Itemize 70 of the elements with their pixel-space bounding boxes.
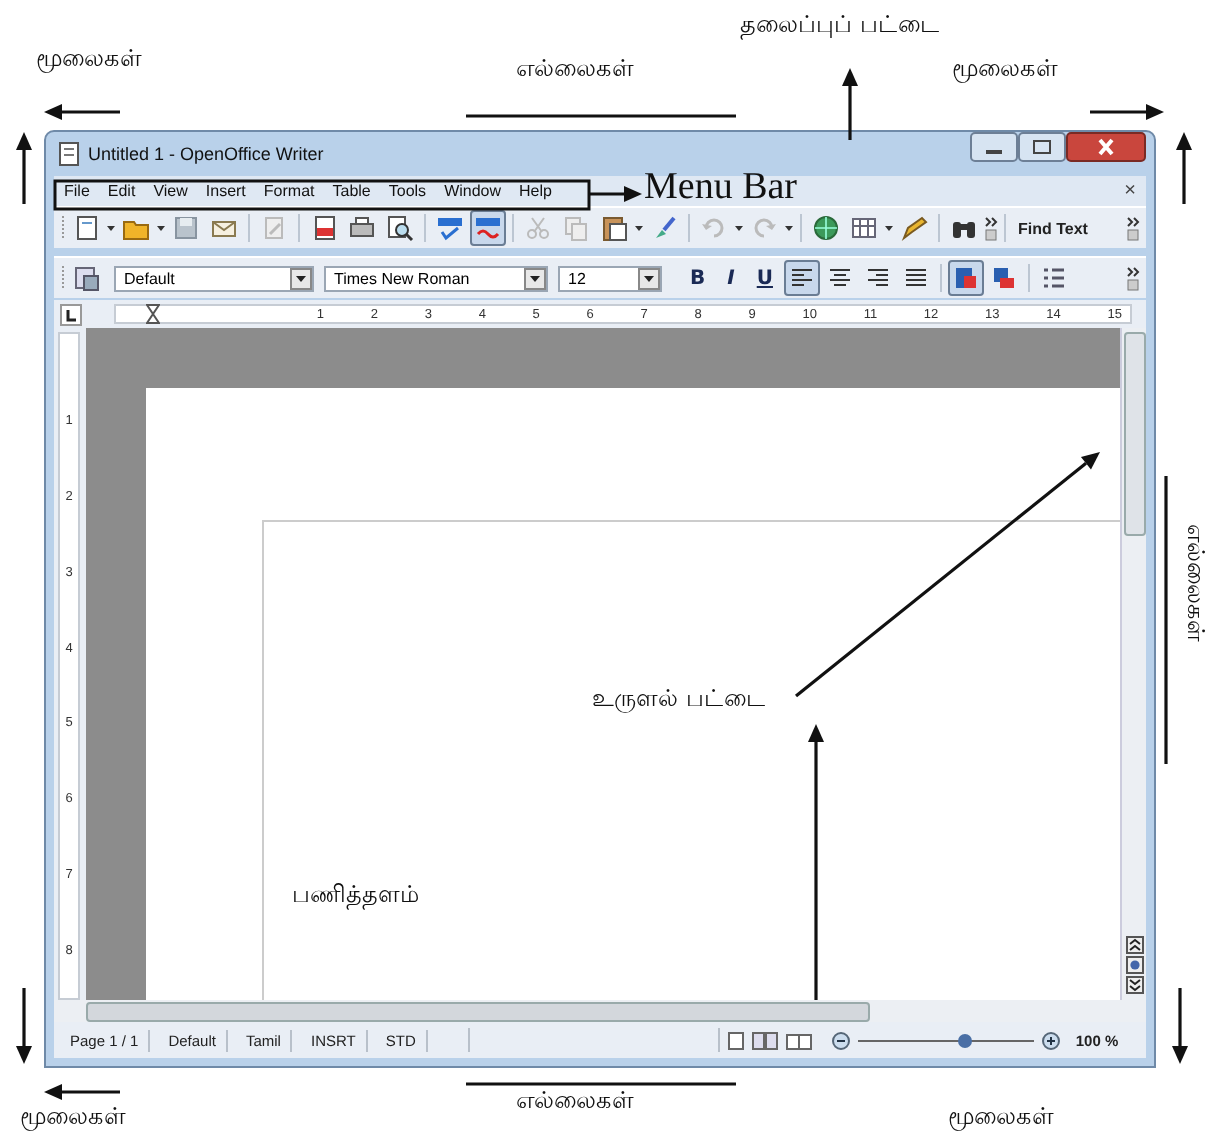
menu-item[interactable]: Table bbox=[332, 182, 371, 200]
tab-stop-icon[interactable] bbox=[60, 303, 82, 325]
chevron-icon[interactable] bbox=[1126, 264, 1140, 292]
single-page-view-icon[interactable] bbox=[727, 1031, 744, 1049]
highlighting-icon[interactable] bbox=[948, 260, 985, 296]
menu-item[interactable]: Window bbox=[444, 182, 502, 200]
menu-item[interactable]: Insert bbox=[205, 182, 246, 200]
previous-page-icon[interactable] bbox=[1125, 936, 1143, 954]
scrollbar-thumb[interactable] bbox=[1123, 332, 1145, 536]
callout-label: எல்லைகள் bbox=[516, 54, 634, 83]
menu-item[interactable]: Edit bbox=[107, 182, 136, 200]
callout-label: எல்லைகள் bbox=[516, 1086, 634, 1115]
next-page-icon[interactable] bbox=[1125, 976, 1143, 994]
maximize-icon[interactable] bbox=[1018, 132, 1066, 162]
navigation-icon[interactable] bbox=[1125, 956, 1143, 974]
book-view-icon[interactable] bbox=[785, 1031, 812, 1049]
document-icon bbox=[58, 142, 80, 166]
callout-label: எல்லைகள் bbox=[1181, 524, 1210, 642]
arrow bbox=[842, 68, 858, 140]
callout-label: மூலைகள் bbox=[20, 1102, 126, 1131]
arrow bbox=[1090, 104, 1164, 120]
autospellcheck-icon[interactable] bbox=[470, 210, 506, 246]
italic-button[interactable]: I bbox=[717, 265, 745, 291]
bold-button[interactable]: B bbox=[680, 265, 716, 291]
arrow bbox=[16, 988, 32, 1064]
callout-label: மூலைகள் bbox=[952, 54, 1058, 83]
scrollbar-thumb[interactable] bbox=[86, 1001, 870, 1021]
window-title: Untitled 1 - OpenOffice Writer bbox=[88, 144, 324, 164]
callout-label: தலைப்புப் பட்டை bbox=[740, 10, 940, 39]
chevron-icon[interactable] bbox=[1126, 214, 1140, 242]
font-size-field-value: 12 bbox=[568, 269, 586, 287]
callout-label: பணித்தளம் bbox=[292, 880, 420, 909]
arrow bbox=[590, 186, 642, 202]
close-document-button[interactable]: × bbox=[1124, 180, 1136, 202]
find-text-button[interactable]: Find Text bbox=[1012, 219, 1094, 237]
zoom-out-icon[interactable] bbox=[831, 1031, 850, 1049]
arrow bbox=[1176, 132, 1192, 204]
indent-marker-icon[interactable] bbox=[146, 304, 160, 324]
font-name-field[interactable]: Times New Roman bbox=[324, 265, 548, 291]
multi-page-view-icon[interactable] bbox=[751, 1031, 778, 1049]
callout-label: மூலைகள் bbox=[948, 1102, 1054, 1131]
globe-icon[interactable] bbox=[808, 210, 844, 246]
paragraph-style-field[interactable]: Default bbox=[114, 265, 314, 291]
menu-item[interactable]: Format bbox=[263, 182, 315, 200]
font-name-field-value: Times New Roman bbox=[334, 269, 470, 287]
close-icon[interactable] bbox=[1066, 132, 1146, 162]
toolbar-grip-icon[interactable] bbox=[60, 214, 66, 242]
chevron-icon[interactable] bbox=[984, 214, 998, 242]
horizontal-scrollbar[interactable] bbox=[54, 1000, 1146, 1022]
callout-label: மூலைகள் bbox=[36, 44, 142, 73]
arrow bbox=[16, 132, 32, 204]
slider-thumb[interactable] bbox=[957, 1033, 972, 1047]
zoom-in-icon[interactable] bbox=[1041, 1031, 1060, 1049]
callout-label: Menu Bar bbox=[644, 166, 798, 212]
menu-item[interactable]: Tools bbox=[388, 182, 427, 200]
menu-item[interactable]: Help bbox=[519, 182, 552, 200]
font-size-field[interactable]: 12 bbox=[558, 265, 662, 291]
arrow bbox=[44, 1084, 120, 1100]
magnifier-icon[interactable] bbox=[382, 210, 418, 246]
toolbar-grip-icon[interactable] bbox=[60, 264, 66, 292]
paragraph-style-field-value: Default bbox=[124, 269, 175, 287]
vertical-scrollbar[interactable] bbox=[1120, 328, 1146, 1000]
arrow bbox=[44, 104, 120, 120]
underline-button[interactable]: U bbox=[746, 265, 783, 291]
menu-item[interactable]: View bbox=[153, 182, 188, 200]
align-left-icon[interactable] bbox=[784, 260, 821, 296]
callout-label: உருளல் பட்டை bbox=[592, 684, 766, 713]
arrow bbox=[1172, 988, 1188, 1064]
minimize-icon[interactable] bbox=[970, 132, 1018, 162]
menu-item[interactable]: File bbox=[64, 182, 90, 200]
